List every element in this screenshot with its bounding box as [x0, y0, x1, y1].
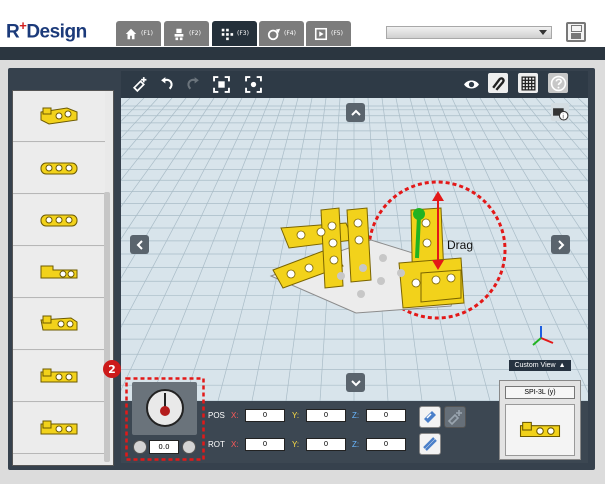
eye-icon — [463, 80, 479, 88]
rot-z-input[interactable]: 0 — [366, 438, 406, 451]
pos-y-input[interactable]: 0 — [306, 409, 346, 422]
rot-z-label: Z: — [352, 440, 360, 449]
save-icon[interactable] — [566, 22, 586, 42]
logo: R+Design — [6, 18, 87, 43]
svg-text:i: i — [562, 112, 564, 120]
app-root: R+Design (F1) (F2) (F3) (F4) (F5) i Drag… — [0, 0, 605, 484]
copy-part-icon — [424, 411, 436, 423]
selected-part-name: SPI-3L (y) — [505, 386, 575, 399]
add-part-icon — [132, 76, 146, 92]
pos-y-label: Y: — [292, 411, 300, 420]
chevron-down-icon — [350, 379, 361, 386]
visibility-button[interactable] — [462, 75, 480, 93]
rotation-value-input[interactable]: 0.0 — [149, 440, 179, 454]
redo-button[interactable] — [183, 75, 201, 93]
triangle-up-icon: ▲ — [558, 362, 566, 369]
palette-item[interactable] — [13, 143, 105, 194]
copy-part-button[interactable] — [419, 406, 441, 428]
add-connected-part-button[interactable] — [444, 406, 466, 428]
model-select-dropdown[interactable] — [386, 26, 552, 39]
palette-item[interactable] — [13, 91, 105, 142]
pos-x-label: X: — [231, 411, 239, 420]
rotate-left-button[interactable] — [133, 440, 147, 454]
gizmo-handle — [413, 208, 425, 220]
palette-item[interactable] — [13, 299, 105, 350]
add-part-button[interactable] — [130, 75, 148, 93]
fit-view-button[interactable] — [212, 75, 230, 93]
undo-button[interactable] — [158, 75, 176, 93]
drag-label: Drag — [447, 238, 474, 252]
rot-x-input[interactable]: 0 — [245, 438, 285, 451]
palette-scrollbar[interactable] — [104, 192, 110, 462]
palette-item[interactable] — [13, 247, 105, 298]
undo-icon — [160, 76, 173, 90]
parts-palette — [12, 90, 114, 466]
pos-z-input[interactable]: 0 — [366, 409, 406, 422]
part-thumbnail-icon — [40, 107, 78, 125]
pos-z-label: Z: — [352, 411, 360, 420]
chevron-right-icon — [557, 239, 564, 250]
tab-motion[interactable]: (F4) — [259, 21, 304, 46]
tab-home[interactable]: (F1) — [116, 21, 161, 46]
part-thumbnail-icon — [519, 421, 561, 438]
pan-down-button[interactable] — [346, 373, 365, 392]
motion-icon — [267, 28, 281, 40]
selected-part-thumbnail — [505, 404, 575, 456]
step-callout-badge: 2 — [103, 360, 121, 378]
parts-grid-icon — [221, 28, 234, 40]
mirror-part-icon — [423, 437, 437, 451]
center-view-button[interactable] — [244, 75, 262, 93]
palette-item[interactable] — [13, 403, 105, 454]
magnet-button[interactable] — [488, 73, 508, 93]
palette-item[interactable] — [13, 351, 105, 402]
play-icon — [314, 27, 328, 40]
pan-up-button[interactable] — [346, 103, 365, 122]
chevron-up-icon — [350, 109, 361, 116]
center-view-icon — [244, 75, 262, 93]
part-thumbnail-icon — [40, 368, 78, 383]
pan-left-button[interactable] — [130, 235, 149, 254]
chevron-down-icon — [539, 30, 547, 35]
camera-info-icon: i — [552, 107, 568, 120]
home-icon — [125, 28, 137, 39]
header-divider — [0, 47, 605, 60]
palette-item[interactable] — [13, 195, 105, 246]
add-connected-icon — [447, 410, 462, 425]
rotate-right-button[interactable] — [182, 440, 196, 454]
pos-x-input[interactable]: 0 — [245, 409, 285, 422]
chevron-left-icon — [136, 239, 143, 250]
rot-label: ROT — [208, 440, 225, 449]
part-thumbnail-icon — [40, 214, 78, 227]
fit-view-icon — [212, 75, 230, 93]
custom-view-button[interactable]: Custom View ▲ — [509, 360, 571, 371]
tab-parts[interactable]: (F3) — [212, 21, 257, 46]
part-thumbnail-icon — [40, 162, 78, 175]
pos-label: POS — [208, 411, 225, 420]
tab-play[interactable]: (F5) — [306, 21, 351, 46]
tab-assembly[interactable]: (F2) — [164, 21, 209, 46]
part-thumbnail-icon — [40, 315, 78, 331]
grid-toggle-button[interactable] — [518, 73, 538, 93]
part-thumbnail-icon — [40, 420, 78, 435]
camera-info-button[interactable]: i — [551, 103, 569, 121]
magnet-icon — [491, 76, 505, 91]
dial-hub — [160, 406, 170, 416]
3d-scene[interactable] — [121, 98, 588, 401]
mirror-part-button[interactable] — [419, 433, 441, 455]
rot-x-label: X: — [231, 440, 239, 449]
assembly-icon — [174, 28, 184, 40]
redo-icon — [186, 76, 199, 90]
rot-y-label: Y: — [292, 440, 300, 449]
part-thumbnail-icon — [40, 265, 78, 279]
rot-y-input[interactable]: 0 — [306, 438, 346, 451]
pan-right-button[interactable] — [551, 235, 570, 254]
gizmo-axis — [415, 215, 421, 259]
help-button[interactable] — [548, 73, 568, 93]
grid-icon — [520, 75, 536, 91]
help-icon — [550, 75, 566, 91]
